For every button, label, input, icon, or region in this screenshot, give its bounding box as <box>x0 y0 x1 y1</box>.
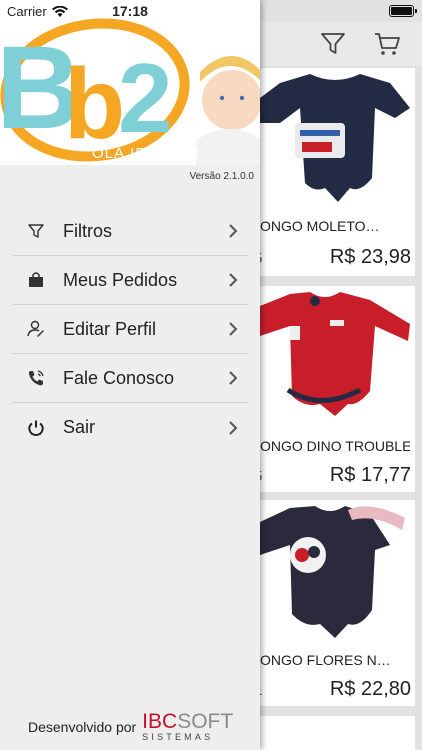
menu-item-label: Meus Pedidos <box>63 269 178 290</box>
product-card[interactable]: ONGO MOLETO… 5 R$ 23,98 <box>254 68 415 276</box>
top-bar <box>260 22 422 66</box>
product-name: ONGO MOLETO… <box>260 218 380 234</box>
battery-level <box>391 7 412 15</box>
battery-icon <box>389 5 417 17</box>
product-list-screen: ONGO MOLETO… 5 R$ 23,98 ONGO DINO TROUBL… <box>254 0 422 750</box>
menu-item-label: Editar Perfil <box>63 318 157 339</box>
product-image <box>260 500 415 642</box>
menu-item-label: Sair <box>63 417 96 437</box>
product-image <box>260 286 415 426</box>
developer-credit: Desenvolvido por IBCSOFT SISTEMAS <box>28 711 233 742</box>
credit-text: Desenvolvido por <box>28 718 137 735</box>
menu-item-label: Fale Conosco <box>63 367 175 388</box>
filter-icon <box>26 221 46 241</box>
status-bar: Carrier 17:18 <box>0 0 422 22</box>
brand-red: IBC <box>142 710 178 733</box>
chevron-right-icon <box>229 273 238 287</box>
menu-item-sair[interactable]: Sair <box>12 403 248 452</box>
menu-item-meus-pedidos[interactable]: Meus Pedidos <box>12 256 248 305</box>
side-drawer: B b 2 OLÁ IBCSOFT Versão 2.1.0.0 Filtros… <box>0 0 260 750</box>
greeting-text: OLÁ IBCSOFT <box>92 145 203 162</box>
brand-gray: SOFT <box>177 710 234 733</box>
clock: 17:18 <box>112 3 148 19</box>
bb2-logo: B b 2 <box>0 0 260 165</box>
product-name: ONGO FLORES N… <box>260 652 391 668</box>
product-price: R$ 17,77 <box>329 464 411 486</box>
app-version: Versão 2.1.0.0 <box>189 171 255 182</box>
filter-icon[interactable] <box>318 28 348 58</box>
drawer-menu: Filtros Meus Pedidos Editar Perfil Fale … <box>12 207 248 452</box>
chevron-right-icon <box>229 371 238 385</box>
drawer-header: B b 2 OLÁ IBCSOFT <box>0 0 260 165</box>
ibcsoft-logo: IBCSOFT SISTEMAS <box>142 711 233 742</box>
brand-sub: SISTEMAS <box>142 732 214 742</box>
product-price: R$ 23,98 <box>329 246 411 268</box>
chevron-right-icon <box>229 224 238 238</box>
phone-icon <box>26 368 46 388</box>
product-name: ONGO DINO TROUBLE <box>260 438 410 454</box>
chevron-right-icon <box>229 420 238 435</box>
menu-item-filtros[interactable]: Filtros <box>12 207 248 256</box>
menu-item-label: Filtros <box>63 220 112 241</box>
chevron-right-icon <box>229 322 238 336</box>
product-card[interactable]: ONGO FLORES N… 1 R$ 22,80 <box>254 500 415 706</box>
cart-icon[interactable] <box>372 28 402 58</box>
product-card[interactable] <box>260 716 415 750</box>
power-icon <box>26 418 46 438</box>
product-image <box>260 68 415 208</box>
svg-text:b: b <box>64 48 125 160</box>
shopping-bag-icon <box>26 270 46 290</box>
menu-item-fale-conosco[interactable]: Fale Conosco <box>12 354 248 403</box>
product-card[interactable]: ONGO DINO TROUBLE 5 R$ 17,77 <box>254 286 415 492</box>
menu-item-editar-perfil[interactable]: Editar Perfil <box>12 305 248 354</box>
user-edit-icon <box>26 319 46 339</box>
svg-text:2: 2 <box>118 43 173 153</box>
product-price: R$ 22,80 <box>329 678 411 700</box>
